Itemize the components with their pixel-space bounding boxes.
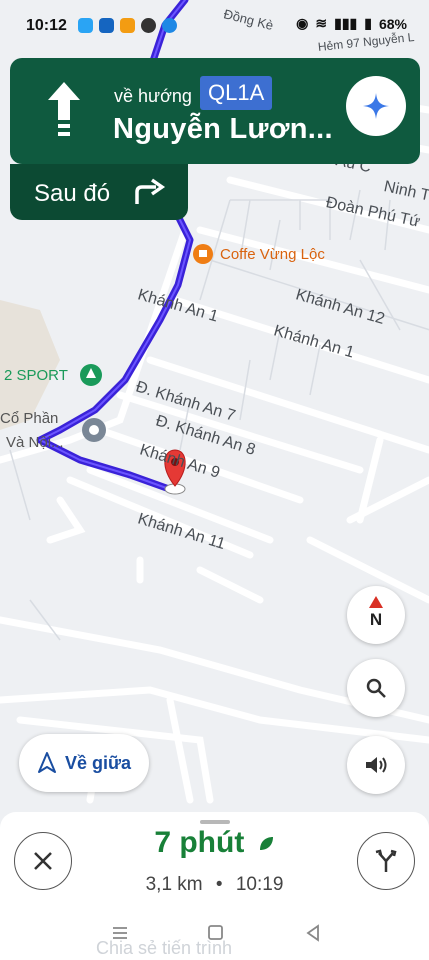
- status-bar: 10:12 ◉ ≋ ▮▮▮ ▮ 68%: [0, 0, 429, 52]
- signal-icon: ▮▮▮: [334, 15, 358, 31]
- navigation-banner[interactable]: về hướng QL1A Nguyễn Lươn...: [10, 58, 420, 164]
- poi-company-label[interactable]: Cổ Phần: [0, 410, 58, 427]
- search-button[interactable]: [347, 659, 405, 717]
- notification-icons: [78, 18, 177, 33]
- location-icon: ◉: [296, 15, 309, 31]
- system-navigation-bar: Chia sẻ tiến trình: [0, 918, 429, 960]
- app-icon: [162, 18, 177, 33]
- then-label: Sau đó: [34, 180, 111, 207]
- app-icon: [99, 18, 114, 33]
- eco-leaf-icon: [259, 837, 273, 851]
- toward-label: về hướng: [114, 86, 192, 106]
- separator: •: [215, 874, 223, 895]
- search-icon: [366, 678, 386, 698]
- recenter-label: Về giữa: [64, 752, 132, 773]
- compass-label: N: [369, 610, 383, 629]
- home-icon: [208, 925, 223, 940]
- street-name: Nguyễn Lươn...: [113, 113, 333, 145]
- trip-duration: 7 phút: [154, 826, 245, 859]
- compass-button[interactable]: N: [347, 586, 405, 644]
- fork-routes-icon: [375, 849, 397, 872]
- turn-right-icon: [135, 178, 166, 204]
- navigation-arrow-icon: [37, 752, 56, 773]
- battery-icon: ▮: [364, 15, 372, 31]
- back-icon: [306, 924, 319, 942]
- place-pin-icon: [82, 418, 106, 442]
- app-icon: [120, 18, 135, 33]
- alternate-routes-button[interactable]: [357, 832, 415, 890]
- sparkle-icon: [363, 93, 389, 119]
- poi-company-label-2[interactable]: Và Nội...: [6, 434, 64, 451]
- arrival-time: 10:19: [235, 874, 284, 895]
- battery-level: 68%: [378, 15, 407, 32]
- wifi-icon: ≋: [315, 15, 328, 31]
- speaker-icon: [366, 757, 387, 773]
- arrow-straight-up-icon: [48, 82, 80, 136]
- park-pin-icon: [80, 364, 102, 386]
- compass-needle-icon: [369, 596, 383, 608]
- sound-button[interactable]: [347, 736, 405, 794]
- next-maneuver-card[interactable]: Sau đó: [10, 164, 188, 220]
- road-badge: QL1A: [200, 76, 273, 110]
- messenger-icon: [78, 18, 93, 33]
- menu-icon: [113, 927, 127, 939]
- app-icon: [141, 18, 156, 33]
- trip-distance: 3,1 km: [145, 874, 203, 895]
- drag-handle[interactable]: [200, 820, 230, 824]
- status-time: 10:12: [26, 17, 67, 34]
- assistant-button[interactable]: [346, 76, 406, 136]
- cafe-pin-icon: [193, 244, 213, 264]
- recenter-button[interactable]: Về giữa: [19, 734, 149, 792]
- status-right: ◉ ≋ ▮▮▮ ▮ 68%: [296, 15, 407, 32]
- poi-cafe-label[interactable]: Coffe Vừng Lộc: [220, 246, 325, 263]
- poi-sport-label[interactable]: 2 SPORT: [4, 367, 68, 384]
